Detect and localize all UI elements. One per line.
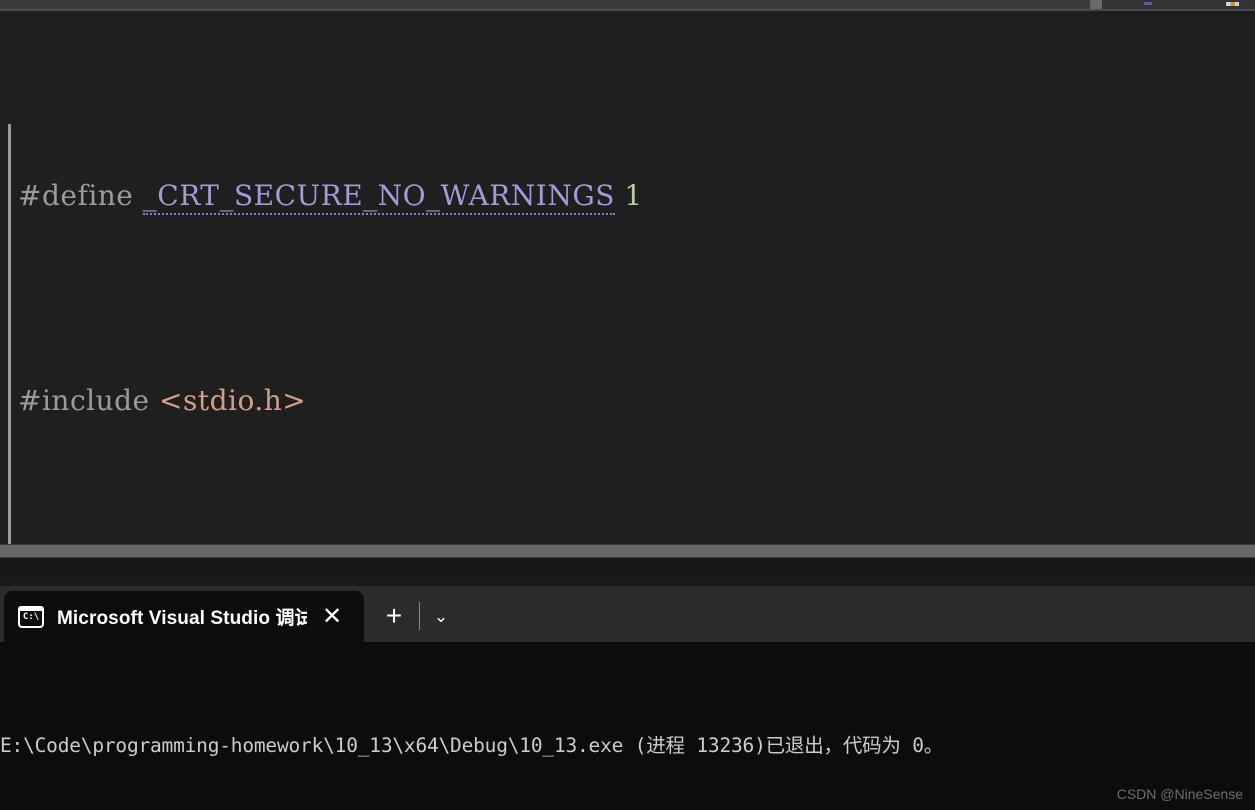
terminal-panel[interactable]: C:\ Microsoft Visual Studio 调试控 ✕ + ⌄ E:… [0, 588, 1255, 810]
code-content[interactable]: #define _CRT_SECURE_NO_WARNINGS 1 #inclu… [0, 11, 1255, 544]
terminal-output-line-1: E:\Code\programming-homework\10_13\x64\D… [0, 734, 944, 757]
panel-gap-strip [0, 558, 1255, 588]
token-macro-name: _CRT_SECURE_NO_WARNINGS [142, 179, 615, 215]
terminal-output[interactable]: E:\Code\programming-homework\10_13\x64\D… [0, 642, 1255, 810]
terminal-tab-title: Microsoft Visual Studio 调试控 [57, 608, 307, 629]
terminal-tab-active[interactable]: C:\ Microsoft Visual Studio 调试控 ✕ [4, 591, 364, 642]
tabstrip-blue-marker-icon [1144, 2, 1152, 5]
token-define-keyword: #define [18, 179, 134, 212]
terminal-tab-bar: C:\ Microsoft Visual Studio 调试控 ✕ + ⌄ [0, 588, 1255, 642]
token-include-keyword: #include [18, 384, 150, 417]
token-include-header: <stdio.h> [159, 384, 307, 417]
code-line-1[interactable]: #define _CRT_SECURE_NO_WARNINGS 1 [0, 175, 1255, 216]
tabstrip-segment-gap [1090, 0, 1102, 9]
tabstrip-segment-left [0, 0, 1090, 9]
scrollbar-thumb[interactable] [0, 545, 1255, 557]
new-tab-button[interactable]: + [376, 602, 412, 632]
app-root: #define _CRT_SECURE_NO_WARNINGS 1 #inclu… [0, 0, 1255, 810]
code-editor[interactable]: #define _CRT_SECURE_NO_WARNINGS 1 #inclu… [0, 11, 1255, 544]
tabstrip-orange-marker-icon [1226, 2, 1239, 6]
tabbar-separator [419, 602, 420, 630]
code-line-2[interactable]: #include <stdio.h> [0, 380, 1255, 421]
token-macro-value: 1 [624, 179, 643, 212]
editor-horizontal-scrollbar[interactable] [0, 544, 1255, 558]
vs-tabstrip-sliver [0, 0, 1255, 11]
console-icon: C:\ [18, 604, 44, 630]
close-icon[interactable]: ✕ [318, 603, 346, 631]
console-icon-label: C:\ [22, 611, 40, 622]
csdn-watermark: CSDN @NineSense [1116, 786, 1243, 802]
chevron-down-icon[interactable]: ⌄ [424, 603, 458, 631]
